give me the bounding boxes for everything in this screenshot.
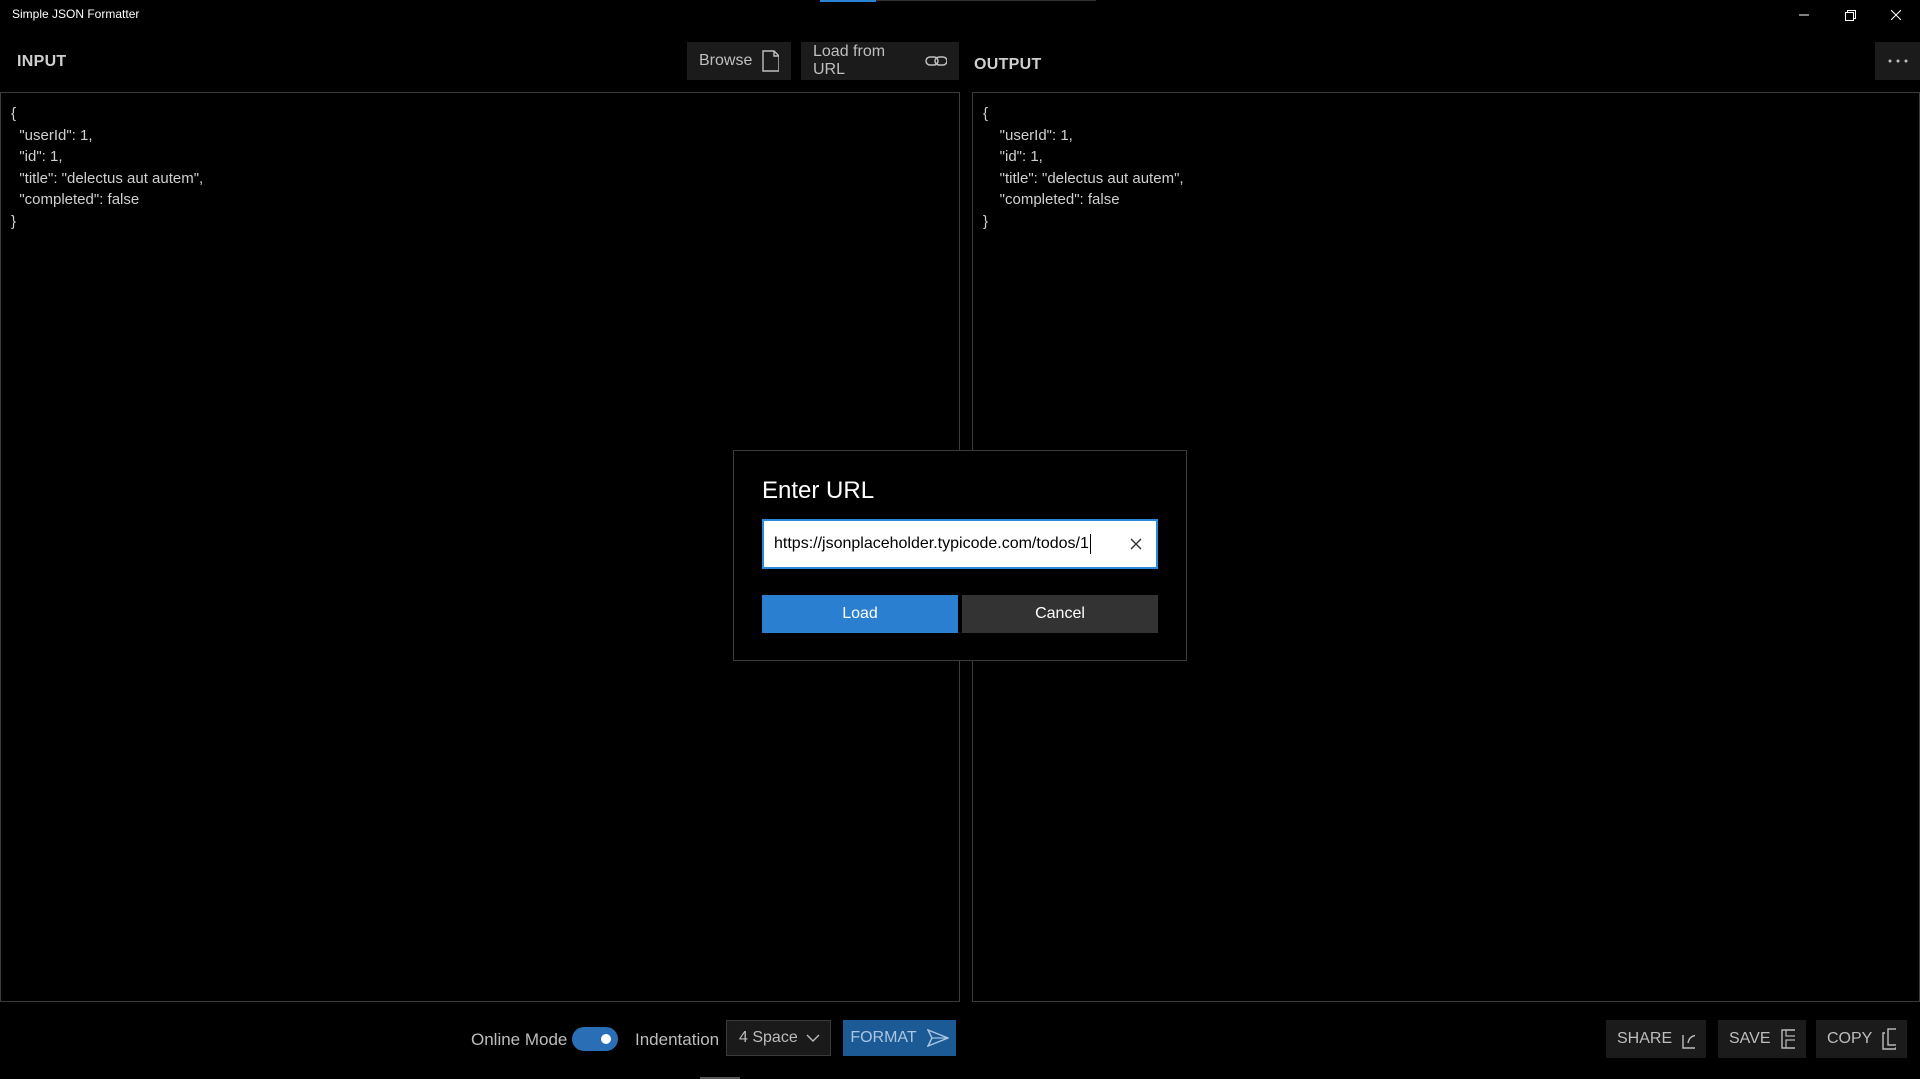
title-divider-line: [876, 0, 1096, 1]
online-mode-label: Online Mode: [471, 1030, 568, 1049]
toggle-knob: [601, 1034, 611, 1044]
output-code-line: "completed": false: [983, 191, 1120, 208]
input-code-line: }: [11, 212, 17, 230]
clear-url-button[interactable]: [1126, 534, 1146, 554]
copy-icon: [1882, 1028, 1896, 1050]
load-from-url-button[interactable]: Load from URL: [801, 42, 959, 80]
save-button[interactable]: SAVE: [1718, 1020, 1806, 1058]
input-label: INPUT: [17, 53, 67, 70]
indentation-value: 4 Space: [739, 1029, 798, 1046]
app-title: Simple JSON Formatter: [12, 7, 140, 21]
restore-button[interactable]: [1827, 0, 1873, 30]
dialog-title: Enter URL: [762, 477, 875, 504]
send-icon: [926, 1029, 949, 1047]
share-icon: [1682, 1034, 1695, 1049]
restore-icon: [1844, 9, 1856, 21]
input-code-line: {: [11, 105, 17, 122]
more-options-button[interactable]: [1875, 42, 1920, 80]
share-label: SHARE: [1617, 1030, 1673, 1047]
save-icon: [1780, 1029, 1795, 1049]
output-code-line: "id": 1,: [983, 148, 1043, 165]
cancel-button[interactable]: Cancel: [962, 595, 1158, 633]
enter-url-dialog: Enter URL https://jsonplaceholder.typico…: [733, 450, 1187, 661]
output-label: OUTPUT: [974, 56, 1042, 73]
output-code-line: "userId": 1,: [983, 126, 1073, 144]
load-from-url-label: Load from URL: [813, 43, 886, 78]
url-input[interactable]: https://jsonplaceholder.typicode.com/tod…: [762, 519, 1158, 569]
close-window-button[interactable]: [1873, 0, 1919, 30]
format-label: FORMAT: [850, 1029, 917, 1046]
input-code-line: "userId": 1,: [11, 126, 93, 144]
output-code-line: }: [983, 212, 989, 230]
copy-button[interactable]: COPY: [1816, 1020, 1907, 1058]
output-code-line: {: [983, 105, 989, 122]
title-accent-line: [820, 0, 876, 2]
online-mode-toggle[interactable]: [572, 1027, 618, 1051]
more-icon: [1888, 59, 1907, 63]
copy-label: COPY: [1827, 1030, 1873, 1047]
minimize-button[interactable]: [1781, 0, 1827, 30]
minimize-icon: [1799, 14, 1809, 16]
clear-icon: [1130, 538, 1142, 550]
output-code-line: "title": "delectus aut autem",: [983, 169, 1184, 187]
indentation-select[interactable]: 4 Space: [726, 1020, 831, 1056]
input-code-line: "completed": false: [11, 191, 140, 208]
text-caret: [1089, 534, 1091, 554]
browse-button[interactable]: Browse: [687, 42, 791, 80]
indentation-label: Indentation: [635, 1030, 720, 1049]
close-icon: [1891, 10, 1901, 20]
input-code-line: "title": "delectus aut autem",: [11, 169, 204, 187]
share-button[interactable]: SHARE: [1606, 1020, 1706, 1058]
title-bar: Simple JSON Formatter: [0, 0, 1920, 32]
chevron-down-icon: [806, 1034, 820, 1042]
input-code-line: "id": 1,: [11, 148, 63, 165]
file-icon: [762, 50, 779, 72]
save-label: SAVE: [1729, 1030, 1771, 1047]
link-icon: [924, 56, 947, 66]
browse-label: Browse: [699, 52, 753, 69]
format-button[interactable]: FORMAT: [843, 1020, 956, 1056]
load-button[interactable]: Load: [762, 595, 958, 633]
url-input-value: https://jsonplaceholder.typicode.com/tod…: [774, 535, 1089, 553]
